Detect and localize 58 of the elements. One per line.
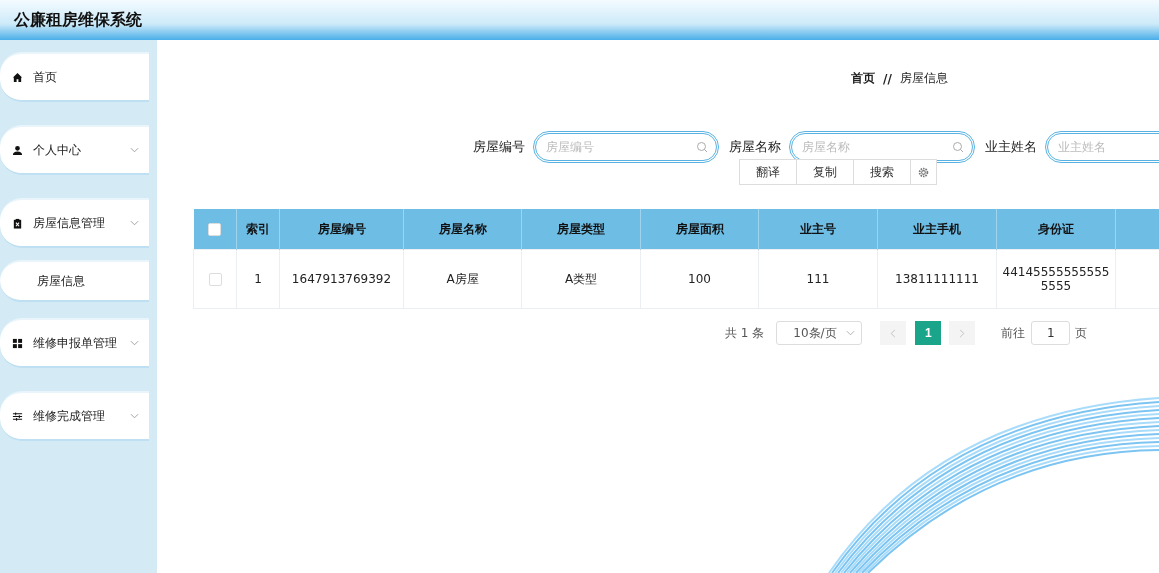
search-field[interactable]: 业主姓名 — [1045, 131, 1159, 163]
row-checkbox[interactable] — [208, 273, 222, 286]
sidebar-item-label: 维修申报单管理 — [33, 334, 117, 352]
sidebar-item-label: 首页 — [33, 68, 57, 86]
sidebar-item[interactable]: 维修申报单管理 — [0, 318, 149, 368]
goto-label: 前往 — [1001, 324, 1026, 342]
search-icon — [952, 141, 964, 153]
search-label: 房屋编号 — [473, 138, 525, 156]
chevron-left-icon — [890, 328, 897, 338]
sidebar-item-label: 个人中心 — [33, 141, 81, 159]
column-header: 业主手机 — [877, 209, 997, 250]
sidebar-item[interactable]: 房屋信息 — [0, 260, 149, 302]
settings-icon[interactable] — [917, 165, 930, 179]
search-field[interactable]: 房屋名称 — [789, 131, 975, 163]
table-cell: 441455555555555555 — [996, 249, 1116, 309]
sidebar-item[interactable]: 首页 — [0, 52, 149, 102]
column-header: 房屋类型 — [521, 209, 641, 250]
search-field[interactable]: 房屋编号 — [533, 131, 719, 163]
search-icon — [696, 141, 708, 153]
column-header: 索引 — [236, 209, 280, 250]
breadcrumb-link[interactable]: 首页 — [851, 70, 875, 87]
app-title: 公廉租房维保系统 — [14, 9, 142, 31]
sidebar-item-label: 房屋信息管理 — [33, 214, 105, 232]
sidebar-item[interactable]: 维修完成管理 — [0, 391, 149, 441]
breadcrumb-current: 房屋信息 — [899, 70, 948, 87]
table-cell: 1647913769392 — [279, 249, 404, 309]
sidebar-item-label: 房屋信息 — [37, 272, 85, 290]
sliders-icon — [12, 410, 23, 422]
chevron-down-icon — [846, 330, 856, 336]
column-header: 身份证 — [996, 209, 1116, 250]
page-suffix: 页 — [1075, 324, 1088, 342]
search-label: 业主姓名 — [985, 138, 1037, 156]
sidebar-item[interactable]: 房屋信息管理 — [0, 198, 149, 248]
select-all-checkbox[interactable] — [208, 223, 222, 236]
grid-icon — [12, 337, 23, 349]
table-cell: 13811111111 — [877, 249, 997, 309]
column-header: 业主号 — [758, 209, 878, 250]
page-size-select[interactable]: 10条/页 — [776, 321, 863, 345]
breadcrumb-separator: // — [883, 71, 892, 86]
clipboard-icon — [12, 217, 23, 229]
chevron-right-icon — [959, 328, 966, 338]
user-icon — [12, 144, 23, 156]
next-page-button[interactable] — [949, 321, 976, 345]
column-header: 房屋编号 — [279, 209, 404, 250]
home-icon — [12, 71, 23, 83]
sidebar-item[interactable]: 个人中心 — [0, 125, 149, 175]
prev-page-button[interactable] — [880, 321, 907, 345]
search-label: 房屋名称 — [729, 138, 781, 156]
table-cell: A房屋 — [403, 249, 522, 309]
table-cell: 111 — [758, 249, 878, 309]
column-header: 房屋面积 — [640, 209, 759, 250]
column-header: 房屋名称 — [403, 209, 522, 250]
table-cell: 100 — [640, 249, 759, 309]
total-count: 共 1 条 — [725, 324, 765, 342]
table-cell: 1 — [236, 249, 280, 309]
sidebar-item-label: 维修完成管理 — [33, 407, 105, 425]
goto-page-input[interactable]: 1 — [1031, 321, 1071, 345]
table-cell: A类型 — [521, 249, 641, 309]
